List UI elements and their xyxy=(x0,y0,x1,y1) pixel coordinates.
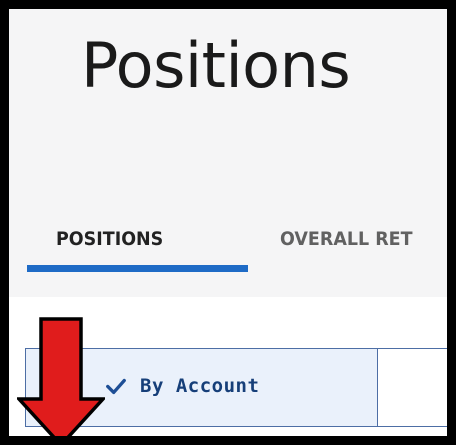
red-down-arrow-icon xyxy=(17,317,105,436)
check-icon xyxy=(106,378,126,395)
by-account-label: By Account xyxy=(140,375,260,397)
tab-bar: POSITIONS OVERALL RET xyxy=(9,221,447,291)
page-title: Positions xyxy=(81,29,351,102)
tab-overall-returns[interactable]: OVERALL RET xyxy=(280,221,413,281)
screenshot-frame: Positions POSITIONS OVERALL RET By Accou… xyxy=(0,0,456,445)
tab-positions[interactable]: POSITIONS xyxy=(56,221,163,281)
page-header: Positions POSITIONS OVERALL RET xyxy=(9,9,447,297)
active-tab-indicator xyxy=(27,265,248,272)
